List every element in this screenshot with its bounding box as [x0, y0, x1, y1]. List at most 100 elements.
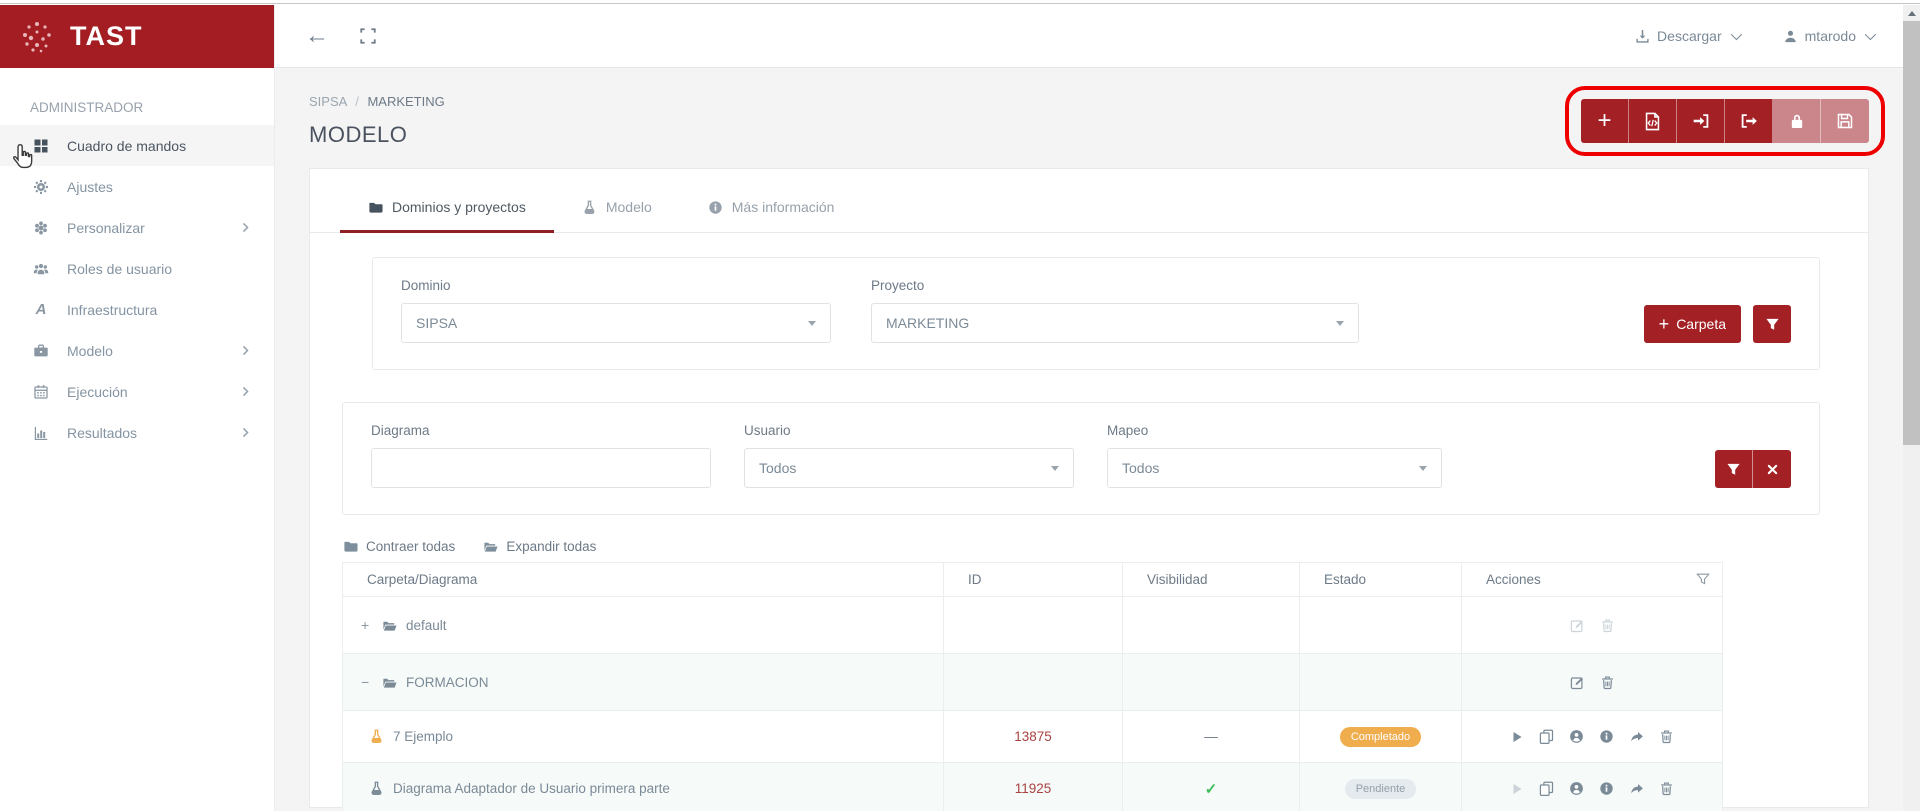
user-circle-icon[interactable] — [1569, 781, 1584, 796]
sidebar-item-modelo[interactable]: Modelo — [0, 330, 274, 371]
col-header-carpeta-diagrama[interactable]: Carpeta/Diagrama — [343, 563, 944, 597]
clear-filter-button[interactable] — [1753, 450, 1791, 488]
table-header-row: Carpeta/Diagrama ID Visibilidad Estado A… — [343, 563, 1723, 597]
expand-all-link[interactable]: Expandir todas — [483, 539, 596, 554]
import-button[interactable] — [1677, 99, 1725, 143]
flask-icon — [369, 729, 384, 744]
chevron-right-icon — [239, 426, 252, 439]
download-icon — [1635, 29, 1650, 44]
expand-all-label: Expandir todas — [506, 539, 596, 554]
sidebar-item-roles-de-usuario[interactable]: Roles de usuario — [0, 248, 274, 289]
scrollbar-thumb[interactable] — [1903, 21, 1920, 445]
project-filter-box: Dominio SIPSA Proyecto MARKETING — [372, 257, 1820, 370]
folder-icon — [368, 200, 383, 215]
tab-label: Más información — [732, 199, 835, 215]
file-code-button[interactable] — [1629, 99, 1677, 143]
export-button[interactable] — [1725, 99, 1773, 143]
action-toolbar: + — [1581, 99, 1869, 143]
sidebar-item-ejecuci-n[interactable]: Ejecución — [0, 371, 274, 412]
sidebar-item-label: Cuadro de mandos — [67, 138, 186, 154]
sidebar-item-infraestructura[interactable]: A Infraestructura — [0, 289, 274, 330]
mapeo-value: Todos — [1122, 460, 1159, 476]
trash-icon[interactable] — [1659, 729, 1674, 744]
tab-m-s-informaci-n[interactable]: Más información — [680, 189, 863, 233]
diagram-table: Carpeta/Diagrama ID Visibilidad Estado A… — [342, 562, 1723, 811]
user-circle-icon[interactable] — [1569, 729, 1584, 744]
gear-icon — [33, 179, 49, 195]
proyecto-value: MARKETING — [886, 315, 969, 331]
chevron-down-icon — [1865, 29, 1876, 40]
sidebar-item-label: Personalizar — [67, 220, 145, 236]
copy-icon[interactable] — [1539, 781, 1554, 796]
user-menu[interactable]: mtarodo — [1783, 28, 1873, 44]
sidebar-item-resultados[interactable]: Resultados — [0, 412, 274, 453]
column-filter-icon[interactable] — [1696, 572, 1710, 586]
proyecto-select[interactable]: MARKETING — [871, 303, 1359, 343]
share-icon[interactable] — [1629, 781, 1644, 796]
letterA-icon: A — [36, 301, 47, 318]
diagram-name[interactable]: Diagrama Adaptador de Usuario primera pa… — [393, 781, 670, 796]
diagram-name[interactable]: 7 Ejemplo — [393, 729, 453, 744]
brand-title: TAST — [70, 21, 143, 52]
share-icon[interactable] — [1629, 729, 1644, 744]
breadcrumb-current: MARKETING — [367, 94, 444, 109]
folder-open-icon — [483, 539, 498, 554]
sidebar-brand[interactable]: TAST — [0, 5, 274, 68]
flask-icon — [582, 200, 597, 215]
table-row: Diagrama Adaptador de Usuario primera pa… — [343, 763, 1723, 811]
trash-icon — [1600, 618, 1615, 633]
sidebar-item-ajustes[interactable]: Ajustes — [0, 166, 274, 207]
diagram-id: 13875 — [1014, 729, 1052, 744]
edit-icon[interactable] — [1570, 675, 1585, 690]
vertical-scrollbar[interactable] — [1903, 5, 1920, 811]
funnel-icon — [1765, 317, 1780, 332]
folder-toggle[interactable]: + — [361, 617, 373, 633]
collapse-all-link[interactable]: Contraer todas — [343, 539, 455, 554]
breadcrumb-root[interactable]: SIPSA — [309, 94, 347, 109]
col-header-visibilidad[interactable]: Visibilidad — [1123, 563, 1300, 597]
fullscreen-icon[interactable] — [359, 27, 377, 45]
flask-icon — [369, 781, 384, 796]
plus-icon: + — [1597, 109, 1611, 133]
sidebar-item-label: Infraestructura — [67, 302, 157, 318]
col-header-acciones[interactable]: Acciones — [1462, 563, 1723, 597]
trash-icon[interactable] — [1659, 781, 1674, 796]
edit-icon — [1570, 618, 1585, 633]
folder-toggle[interactable]: − — [361, 674, 373, 690]
info-icon[interactable] — [1599, 781, 1614, 796]
add-button[interactable]: + — [1581, 99, 1629, 143]
folder-name[interactable]: default — [406, 618, 447, 633]
usuario-select[interactable]: Todos — [744, 448, 1074, 488]
chevron-down-icon — [1419, 466, 1427, 471]
sidebar-item-cuadro-de-mandos[interactable]: Cuadro de mandos — [0, 125, 274, 166]
dominio-select[interactable]: SIPSA — [401, 303, 831, 343]
save-button — [1821, 99, 1869, 143]
funnel-icon — [1726, 462, 1741, 477]
chevron-down-icon — [1730, 29, 1741, 40]
flower-icon — [33, 220, 49, 236]
tab-dominios-y-proyectos[interactable]: Dominios y proyectos — [340, 189, 554, 233]
table-row: 7 Ejemplo 13875 — Completado — [343, 711, 1723, 763]
info-icon[interactable] — [1599, 729, 1614, 744]
scrollbar-up-button[interactable] — [1903, 5, 1920, 21]
add-carpeta-button[interactable]: + Carpeta — [1644, 305, 1741, 343]
apply-filter-button[interactable] — [1715, 450, 1753, 488]
download-menu[interactable]: Descargar — [1635, 28, 1739, 44]
col-header-id[interactable]: ID — [944, 563, 1123, 597]
sidebar-menu: Cuadro de mandos Ajustes Personalizar Roles… — [0, 125, 274, 453]
back-button[interactable]: ← — [305, 24, 329, 48]
diagrama-input[interactable] — [371, 448, 711, 488]
visibility-dash: — — [1204, 729, 1218, 744]
tab-modelo[interactable]: Modelo — [554, 189, 680, 233]
col-header-estado[interactable]: Estado — [1300, 563, 1462, 597]
copy-icon[interactable] — [1539, 729, 1554, 744]
play-icon[interactable] — [1510, 730, 1524, 744]
table-body: + default − FORMACION 7 Ejemplo 13875 — — [343, 597, 1723, 811]
breadcrumb-separator: / — [355, 94, 359, 109]
project-filter-button[interactable] — [1753, 305, 1791, 343]
mapeo-select[interactable]: Todos — [1107, 448, 1442, 488]
trash-icon[interactable] — [1600, 675, 1615, 690]
sidebar-item-personalizar[interactable]: Personalizar — [0, 207, 274, 248]
save-icon — [1836, 112, 1854, 130]
folder-name[interactable]: FORMACION — [406, 675, 489, 690]
